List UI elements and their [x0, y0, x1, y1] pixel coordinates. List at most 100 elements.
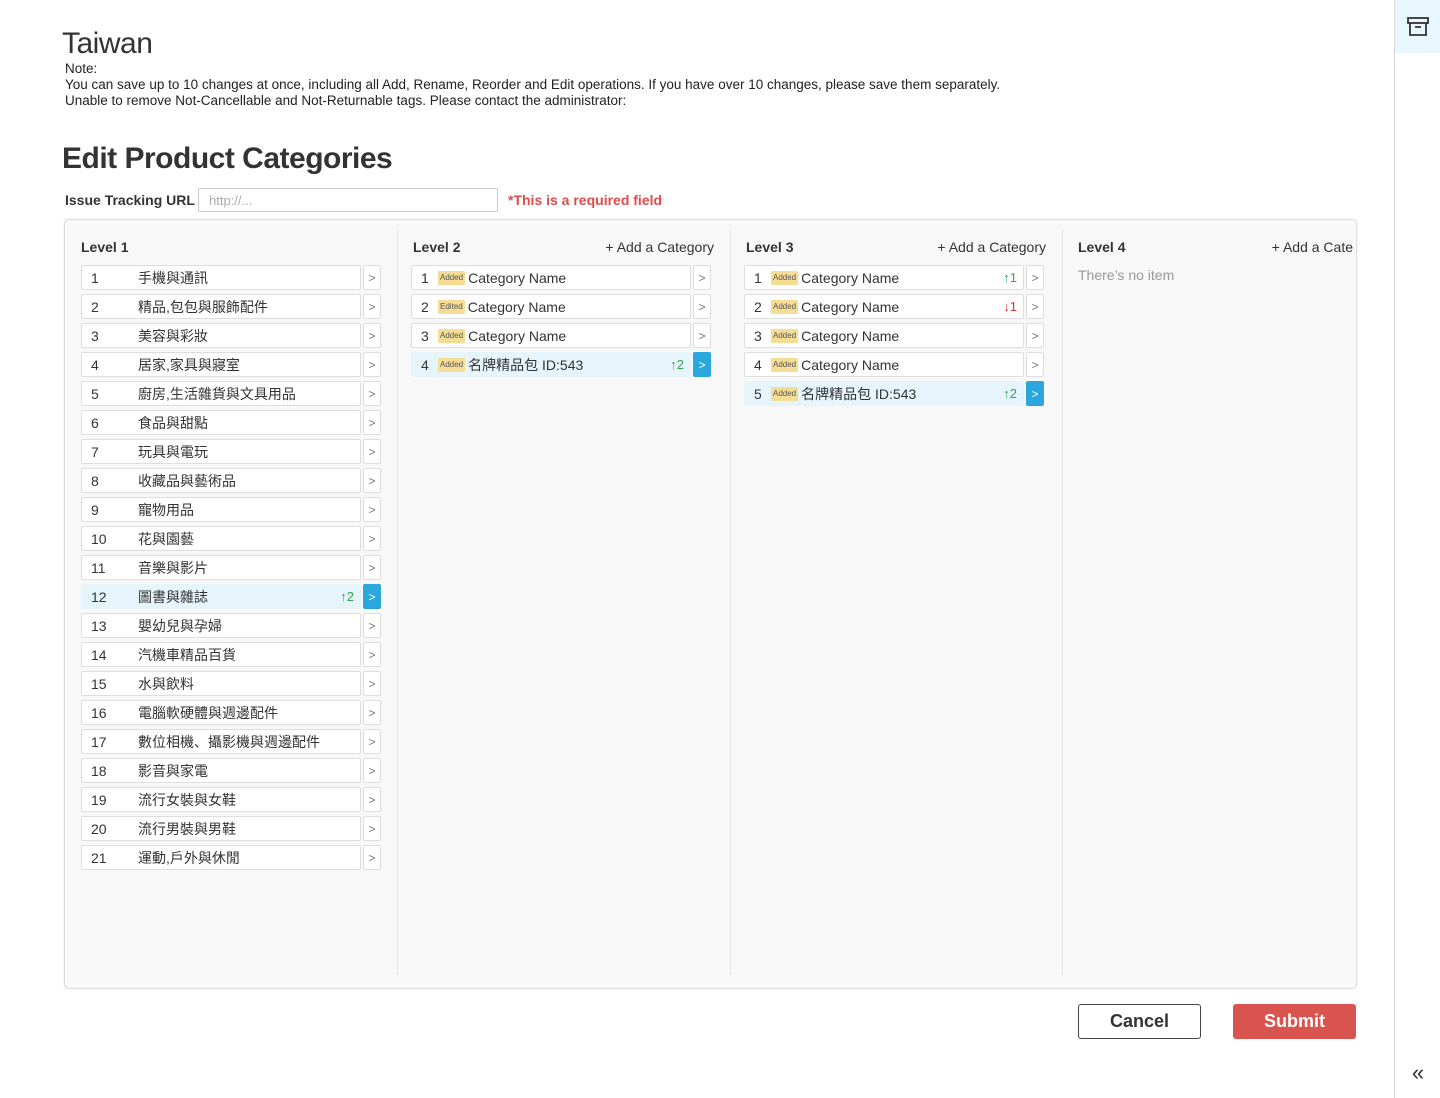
chevron-right-icon[interactable]: > [363, 758, 381, 783]
chevron-right-icon[interactable]: > [363, 642, 381, 667]
category-item[interactable]: 5 Added 名牌精品包 ID:543 ↑2 [744, 381, 1024, 406]
category-row[interactable]: 17 數位相機、攝影機與週邊配件 > [81, 729, 381, 754]
chevron-right-icon[interactable]: > [693, 323, 711, 348]
category-name: 美容與彩妝 [138, 327, 208, 344]
add-category-button[interactable]: + Add a Category [605, 239, 714, 255]
category-row[interactable]: 8 收藏品與藝術品 > [81, 468, 381, 493]
chevron-right-icon[interactable]: > [363, 613, 381, 638]
category-item[interactable]: 8 收藏品與藝術品 [81, 468, 361, 493]
category-item[interactable]: 7 玩具與電玩 [81, 439, 361, 464]
category-row[interactable]: 4 Added 名牌精品包 ID:543 ↑2 > [411, 352, 711, 377]
chevron-right-icon[interactable]: > [363, 410, 381, 435]
chevron-right-icon[interactable]: > [363, 468, 381, 493]
category-row[interactable]: 12 圖書與雜誌 ↑2 > [81, 584, 381, 609]
chevron-right-icon[interactable]: > [693, 265, 711, 290]
cancel-button[interactable]: Cancel [1078, 1004, 1201, 1039]
category-item[interactable]: 12 圖書與雜誌 ↑2 [81, 584, 361, 609]
chevron-right-icon[interactable]: > [693, 352, 711, 377]
category-row[interactable]: 2 Edited Category Name > [411, 294, 711, 319]
category-item[interactable]: 3 Added Category Name [411, 323, 691, 348]
category-row[interactable]: 7 玩具與電玩 > [81, 439, 381, 464]
category-item[interactable]: 3 Added Category Name [744, 323, 1024, 348]
chevron-right-icon[interactable]: > [363, 729, 381, 754]
category-row[interactable]: 21 運動,戶外與休閒 > [81, 845, 381, 870]
category-item[interactable]: 13 嬰幼兒與孕婦 [81, 613, 361, 638]
category-item[interactable]: 5 廚房,生活雜貨與文具用品 [81, 381, 361, 406]
chevron-right-icon[interactable]: > [363, 439, 381, 464]
category-row[interactable]: 3 Added Category Name > [411, 323, 711, 348]
category-item[interactable]: 18 影音與家電 [81, 758, 361, 783]
chevron-right-icon[interactable]: > [363, 700, 381, 725]
chevron-right-icon[interactable]: > [363, 294, 381, 319]
category-item[interactable]: 19 流行女裝與女鞋 [81, 787, 361, 812]
category-item[interactable]: 4 居家,家具與寢室 [81, 352, 361, 377]
double-chevron-left-icon[interactable]: « [1395, 1060, 1440, 1086]
category-list: 1 手機與通訊 >2 精品,包包與服飾配件 >3 美容與彩妝 >4 居家,家具與寢室 >5 廚房,… [81, 265, 381, 874]
category-row[interactable]: 5 Added 名牌精品包 ID:543 ↑2 > [744, 381, 1044, 406]
category-item[interactable]: 4 Added Category Name [744, 352, 1024, 377]
add-category-button[interactable]: + Add a Category [937, 239, 1046, 255]
category-row[interactable]: 6 食品與甜點 > [81, 410, 381, 435]
category-item[interactable]: 1 手機與通訊 [81, 265, 361, 290]
category-row[interactable]: 15 水與飲料 > [81, 671, 381, 696]
category-item[interactable]: 15 水與飲料 [81, 671, 361, 696]
category-item[interactable]: 21 運動,戶外與休閒 [81, 845, 361, 870]
category-item[interactable]: 9 寵物用品 [81, 497, 361, 522]
category-row[interactable]: 5 廚房,生活雜貨與文具用品 > [81, 381, 381, 406]
category-row[interactable]: 1 Added Category Name ↑1 > [744, 265, 1044, 290]
category-item[interactable]: 1 Added Category Name ↑1 [744, 265, 1024, 290]
category-row[interactable]: 16 電腦軟硬體與週邊配件 > [81, 700, 381, 725]
category-item[interactable]: 17 數位相機、攝影機與週邊配件 [81, 729, 361, 754]
chevron-right-icon[interactable]: > [363, 845, 381, 870]
add-category-button[interactable]: + Add a Cate [1272, 239, 1353, 255]
chevron-right-icon[interactable]: > [363, 381, 381, 406]
category-row[interactable]: 2 精品,包包與服飾配件 > [81, 294, 381, 319]
category-item[interactable]: 2 Added Category Name ↓1 [744, 294, 1024, 319]
chevron-right-icon[interactable]: > [363, 323, 381, 348]
category-row[interactable]: 19 流行女裝與女鞋 > [81, 787, 381, 812]
category-row[interactable]: 11 音樂與影片 > [81, 555, 381, 580]
chevron-right-icon[interactable]: > [363, 352, 381, 377]
category-row[interactable]: 20 流行男裝與男鞋 > [81, 816, 381, 841]
category-row[interactable]: 3 Added Category Name > [744, 323, 1044, 348]
category-item[interactable]: 3 美容與彩妝 [81, 323, 361, 348]
chevron-right-icon[interactable]: > [1026, 294, 1044, 319]
chevron-right-icon[interactable]: > [1026, 265, 1044, 290]
category-row[interactable]: 2 Added Category Name ↓1 > [744, 294, 1044, 319]
category-row[interactable]: 18 影音與家電 > [81, 758, 381, 783]
chevron-right-icon[interactable]: > [693, 294, 711, 319]
category-item[interactable]: 6 食品與甜點 [81, 410, 361, 435]
chevron-right-icon[interactable]: > [363, 787, 381, 812]
category-row[interactable]: 10 花與園藝 > [81, 526, 381, 551]
category-item[interactable]: 1 Added Category Name [411, 265, 691, 290]
category-item[interactable]: 4 Added 名牌精品包 ID:543 ↑2 [411, 352, 691, 377]
chevron-right-icon[interactable]: > [363, 265, 381, 290]
chevron-right-icon[interactable]: > [363, 816, 381, 841]
category-item[interactable]: 2 Edited Category Name [411, 294, 691, 319]
category-item[interactable]: 16 電腦軟硬體與週邊配件 [81, 700, 361, 725]
category-item[interactable]: 2 精品,包包與服飾配件 [81, 294, 361, 319]
issue-tracking-url-input[interactable] [198, 188, 498, 212]
chevron-right-icon[interactable]: > [1026, 352, 1044, 377]
category-item[interactable]: 20 流行男裝與男鞋 [81, 816, 361, 841]
chevron-right-icon[interactable]: > [363, 497, 381, 522]
category-item[interactable]: 10 花與園藝 [81, 526, 361, 551]
archive-button[interactable] [1395, 0, 1440, 53]
category-row[interactable]: 1 手機與通訊 > [81, 265, 381, 290]
category-row[interactable]: 1 Added Category Name > [411, 265, 711, 290]
submit-button[interactable]: Submit [1233, 1004, 1356, 1039]
category-row[interactable]: 13 嬰幼兒與孕婦 > [81, 613, 381, 638]
category-row[interactable]: 3 美容與彩妝 > [81, 323, 381, 348]
chevron-right-icon[interactable]: > [1026, 323, 1044, 348]
category-row[interactable]: 14 汽機車精品百貨 > [81, 642, 381, 667]
category-row[interactable]: 4 Added Category Name > [744, 352, 1044, 377]
category-item[interactable]: 14 汽機車精品百貨 [81, 642, 361, 667]
chevron-right-icon[interactable]: > [363, 584, 381, 609]
chevron-right-icon[interactable]: > [363, 526, 381, 551]
category-row[interactable]: 4 居家,家具與寢室 > [81, 352, 381, 377]
chevron-right-icon[interactable]: > [1026, 381, 1044, 406]
category-item[interactable]: 11 音樂與影片 [81, 555, 361, 580]
chevron-right-icon[interactable]: > [363, 555, 381, 580]
chevron-right-icon[interactable]: > [363, 671, 381, 696]
category-row[interactable]: 9 寵物用品 > [81, 497, 381, 522]
